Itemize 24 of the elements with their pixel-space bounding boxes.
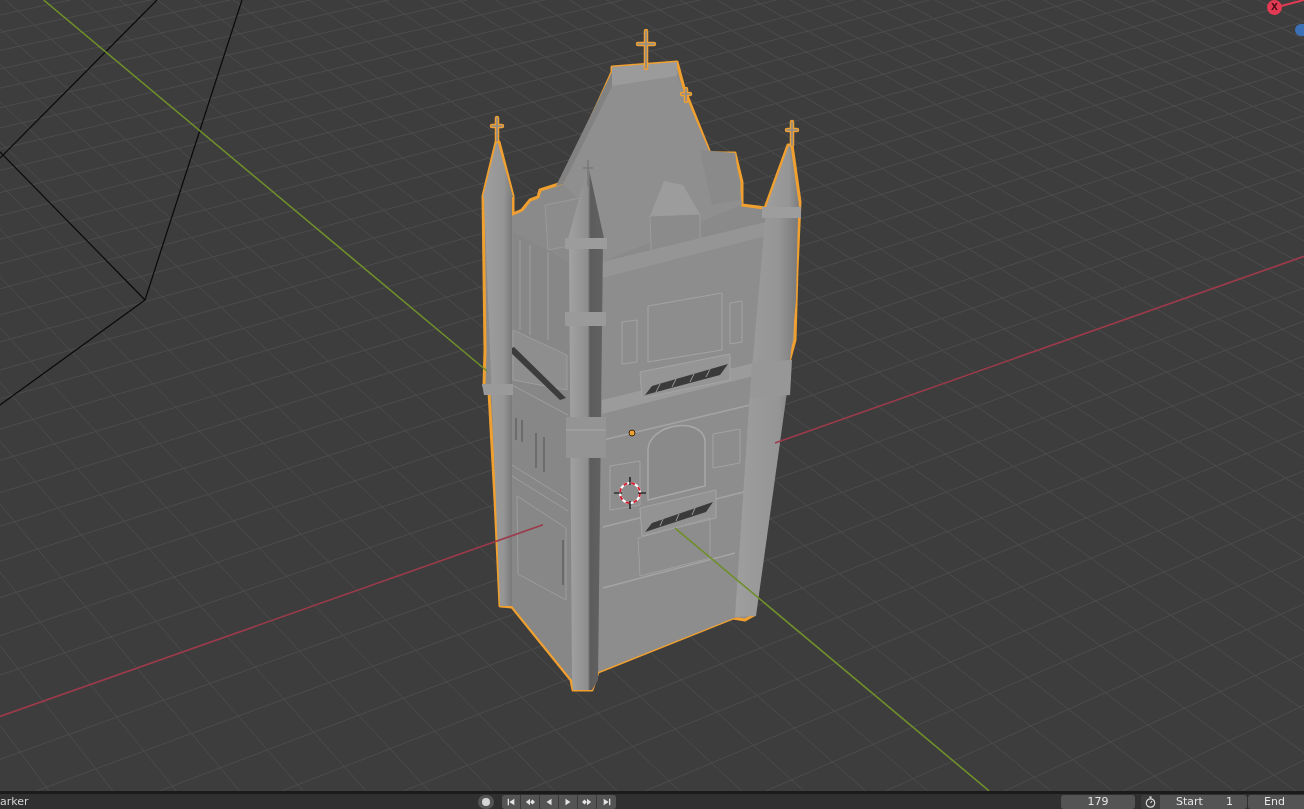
jump-to-start-button[interactable] bbox=[502, 795, 521, 809]
gizmo-axis-line bbox=[1280, 0, 1304, 7]
preview-range-button[interactable] bbox=[1141, 795, 1160, 809]
skip-back-icon bbox=[506, 797, 516, 807]
play-reverse-icon bbox=[544, 797, 554, 807]
play-icon bbox=[563, 797, 573, 807]
start-frame-field[interactable]: Start 1 bbox=[1160, 795, 1247, 809]
next-keyframe-button[interactable] bbox=[578, 795, 597, 809]
record-button[interactable] bbox=[478, 795, 494, 809]
previous-keyframe-button[interactable] bbox=[521, 795, 540, 809]
marker-menu[interactable]: arker bbox=[0, 795, 29, 809]
keyframe-forward-icon bbox=[582, 797, 592, 807]
skip-forward-icon bbox=[601, 797, 612, 807]
x-axis-gizmo-button[interactable]: X bbox=[1267, 0, 1282, 15]
stopwatch-icon bbox=[1145, 796, 1156, 808]
keyframe-back-icon bbox=[525, 797, 535, 807]
3d-viewport[interactable]: X bbox=[0, 0, 1304, 791]
3d-cursor-icon bbox=[613, 476, 647, 510]
end-frame-field[interactable]: End bbox=[1248, 795, 1304, 809]
play-reverse-button[interactable] bbox=[540, 795, 559, 809]
jump-to-end-button[interactable] bbox=[597, 795, 616, 809]
origin-dot-icon bbox=[628, 429, 636, 437]
play-button[interactable] bbox=[559, 795, 578, 809]
current-frame-field[interactable]: 179 bbox=[1061, 795, 1135, 809]
